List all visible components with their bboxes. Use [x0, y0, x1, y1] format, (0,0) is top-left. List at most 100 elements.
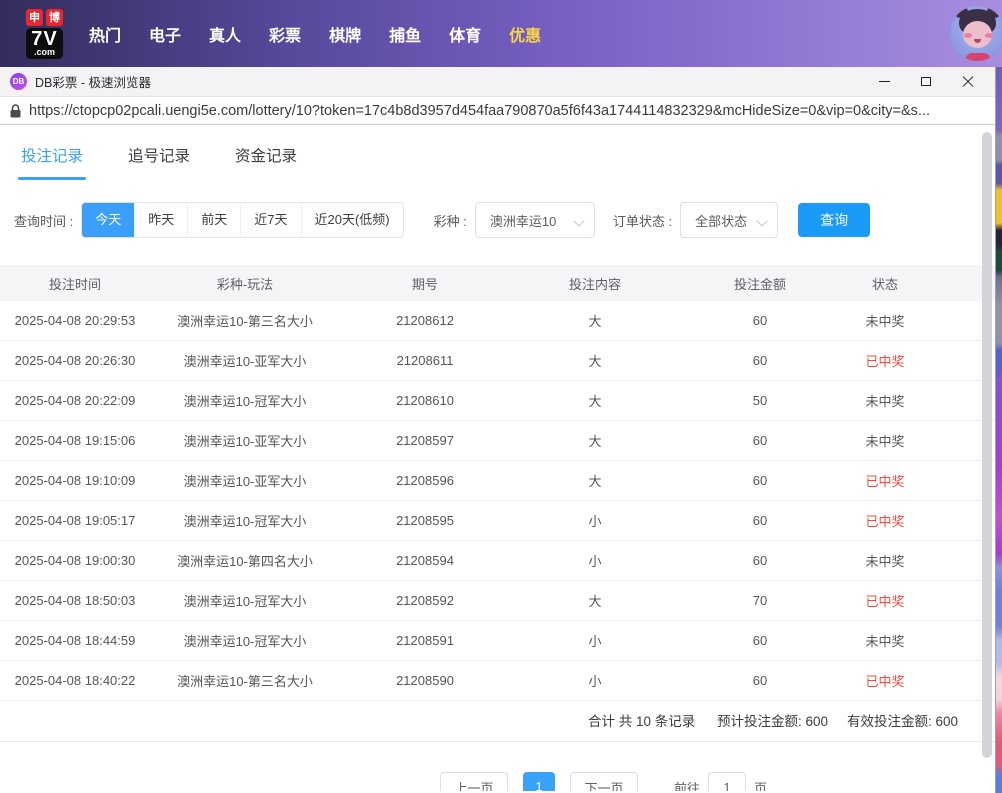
next-page-button[interactable]: 下一页: [570, 772, 638, 791]
status-badge: 已中奖: [840, 351, 930, 370]
table-row: 2025-04-08 20:29:53 澳洲幸运10-第三名大小 2120861…: [0, 301, 995, 341]
game-play: 澳洲幸运10-第四名大小: [150, 551, 340, 570]
bet-content: 小: [510, 511, 680, 530]
nav-item[interactable]: 捕鱼: [389, 22, 421, 46]
time-filter-button[interactable]: 近20天(低频): [301, 203, 403, 237]
bet-content: 大: [510, 311, 680, 330]
status-badge: 未中奖: [840, 311, 930, 330]
nav-item[interactable]: 彩票: [269, 22, 301, 46]
summary-expected-amount: 预计投注金额: 600: [717, 701, 828, 742]
bet-amount: 60: [680, 513, 840, 528]
bet-time: 2025-04-08 19:05:17: [0, 513, 150, 528]
bet-time: 2025-04-08 18:44:59: [0, 633, 150, 648]
tab[interactable]: 资金记录: [235, 144, 297, 180]
order-status-value: 全部状态: [695, 211, 747, 230]
nav-item[interactable]: 热门: [89, 22, 121, 46]
url-text: https://ctopcp02pcali.uengi5e.com/lotter…: [29, 103, 930, 119]
bet-amount: 60: [680, 313, 840, 328]
issue-number: 21208591: [340, 633, 510, 648]
table-header-cell: 期号: [340, 274, 510, 293]
time-filter-button[interactable]: 昨天: [134, 203, 187, 237]
issue-number: 21208590: [340, 673, 510, 688]
table-summary: 合计 共 10 条记录 预计投注金额: 600 有效投注金额: 600: [0, 701, 995, 742]
status-badge: 已中奖: [840, 511, 930, 530]
lottery-filter-label: 彩种 :: [434, 211, 467, 230]
page-number-active[interactable]: 1: [523, 772, 555, 791]
bet-time: 2025-04-08 20:29:53: [0, 313, 150, 328]
order-status-label: 订单状态 :: [613, 211, 672, 230]
logo-badges: 申 博: [26, 9, 63, 26]
bet-content: 大: [510, 391, 680, 410]
time-filter-button[interactable]: 今天: [82, 203, 134, 237]
scrollbar[interactable]: [982, 132, 992, 758]
bet-content: 小: [510, 631, 680, 650]
search-button[interactable]: 查询: [798, 203, 870, 237]
screen: 申 博 7V .com 热门 电子 真人 彩票 棋牌 捕鱼 体育: [0, 0, 1002, 793]
table-header-cell: 投注内容: [510, 274, 680, 293]
table-row: 2025-04-08 18:40:22 澳洲幸运10-第三名大小 2120859…: [0, 661, 995, 701]
bet-content: 大: [510, 471, 680, 490]
close-button[interactable]: [947, 67, 989, 96]
goto-page-input[interactable]: [708, 772, 746, 791]
status-badge: 未中奖: [840, 391, 930, 410]
game-play: 澳洲幸运10-亚军大小: [150, 471, 340, 490]
bet-time: 2025-04-08 19:15:06: [0, 433, 150, 448]
lottery-select-value: 澳洲幸运10: [490, 211, 556, 230]
nav-item[interactable]: 优惠: [509, 22, 541, 46]
status-badge: 已中奖: [840, 671, 930, 690]
avatar-blush-left: [964, 33, 972, 38]
lock-icon: [10, 104, 21, 118]
tab[interactable]: 投注记录: [21, 144, 83, 180]
lottery-select[interactable]: 澳洲幸运10: [475, 202, 595, 238]
minimize-button[interactable]: [863, 67, 905, 96]
bet-content: 大: [510, 431, 680, 450]
order-status-select[interactable]: 全部状态: [680, 202, 778, 238]
game-play: 澳洲幸运10-冠军大小: [150, 631, 340, 650]
game-play: 澳洲幸运10-亚军大小: [150, 351, 340, 370]
page-content: 投注记录 追号记录 资金记录 查询时间 : 今天 昨天 前天: [0, 125, 995, 791]
filter-bar: 查询时间 : 今天 昨天 前天 近7天 近20天(低频) 彩种 :: [0, 202, 995, 238]
issue-number: 21208592: [340, 593, 510, 608]
close-icon: [962, 76, 974, 88]
game-play: 澳洲幸运10-第三名大小: [150, 311, 340, 330]
user-avatar[interactable]: [950, 6, 1002, 61]
minimize-icon: [879, 81, 890, 82]
page-unit-label: 页: [754, 778, 767, 792]
bet-amount: 60: [680, 433, 840, 448]
logo-badge-shen: 申: [26, 9, 43, 26]
table-header-cell: 状态: [840, 274, 930, 293]
prev-page-button[interactable]: 上一页: [440, 772, 508, 791]
tab-bar: 投注记录 追号记录 资金记录: [0, 125, 995, 180]
game-play: 澳洲幸运10-亚军大小: [150, 431, 340, 450]
table-row: 2025-04-08 19:10:09 澳洲幸运10-亚军大小 21208596…: [0, 461, 995, 501]
table-row: 2025-04-08 19:15:06 澳洲幸运10-亚军大小 21208597…: [0, 421, 995, 461]
table-row: 2025-04-08 18:50:03 澳洲幸运10-冠军大小 21208592…: [0, 581, 995, 621]
bet-amount: 60: [680, 473, 840, 488]
bet-content: 小: [510, 551, 680, 570]
tab[interactable]: 追号记录: [128, 144, 190, 180]
logo-badge-bo: 博: [46, 9, 63, 26]
table-body: 2025-04-08 20:29:53 澳洲幸运10-第三名大小 2120861…: [0, 301, 995, 701]
url-bar[interactable]: https://ctopcp02pcali.uengi5e.com/lotter…: [0, 96, 995, 125]
nav-item[interactable]: 真人: [209, 22, 241, 46]
time-filter-button[interactable]: 前天: [187, 203, 240, 237]
table-row: 2025-04-08 20:26:30 澳洲幸运10-亚军大小 21208611…: [0, 341, 995, 381]
game-play: 澳洲幸运10-冠军大小: [150, 591, 340, 610]
table-row: 2025-04-08 18:44:59 澳洲幸运10-冠军大小 21208591…: [0, 621, 995, 661]
bet-content: 大: [510, 591, 680, 610]
nav-item[interactable]: 棋牌: [329, 22, 361, 46]
maximize-button[interactable]: [905, 67, 947, 96]
bet-amount: 60: [680, 553, 840, 568]
bet-time: 2025-04-08 19:10:09: [0, 473, 150, 488]
status-badge: 未中奖: [840, 431, 930, 450]
nav-item[interactable]: 体育: [449, 22, 481, 46]
bet-time: 2025-04-08 19:00:30: [0, 553, 150, 568]
browser-titlebar: DB DB彩票 - 极速浏览器: [0, 67, 995, 96]
logo-box: 7V .com: [26, 28, 62, 59]
game-play: 澳洲幸运10-第三名大小: [150, 671, 340, 690]
nav-item[interactable]: 电子: [149, 22, 181, 46]
site-logo[interactable]: 申 博 7V .com: [26, 9, 63, 59]
time-filter-button[interactable]: 近7天: [240, 203, 300, 237]
bet-amount: 60: [680, 673, 840, 688]
game-play: 澳洲幸运10-冠军大小: [150, 511, 340, 530]
